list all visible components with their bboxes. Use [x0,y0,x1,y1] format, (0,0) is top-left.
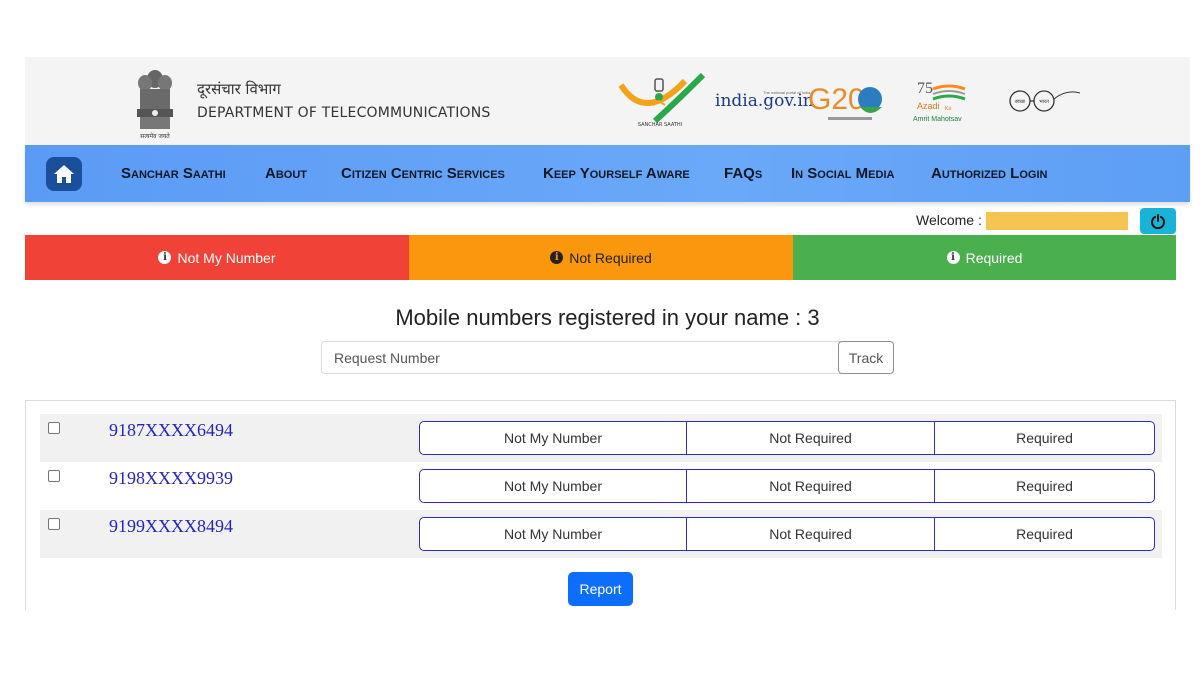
not-my-number-button[interactable]: Not My Number [419,421,687,455]
row-action-buttons: Not My Number Not Required Required [419,469,1155,503]
required-button[interactable]: Required [935,421,1155,455]
site-header: सत्यमेव जयते दूरसंचार विभाग DEPARTMENT O… [25,57,1190,145]
nav-faqs[interactable]: FAQs [724,165,762,182]
department-name-hindi: दूरसंचार विभाग [197,80,281,98]
status-not-required: i Not Required [409,235,793,280]
svg-text:स्वच्छ: स्वच्छ [1015,99,1026,105]
logout-button[interactable] [1140,208,1176,234]
registered-numbers-title: Mobile numbers registered in your name :… [395,305,820,330]
india-gov-tagline: The national portal of India [763,90,811,95]
nav-sanchar-saathi[interactable]: Sanchar Saathi [121,165,226,182]
info-icon: i [946,251,960,264]
national-emblem-logo: सत्यमेव जयते [132,65,178,141]
status-legend-bar: i Not My Number i Not Required i Require… [25,235,1176,280]
required-button[interactable]: Required [935,469,1155,503]
number-row: 9187XXXX6494 Not My Number Not Required … [40,414,1162,462]
sanchar-saathi-logo: SANCHAR SAATHI [615,71,706,133]
status-required-label: Required [965,249,1023,266]
emblem-motto: सत्यमेव जयते [140,132,170,140]
azadi-text: Azadi [917,101,940,111]
info-icon: i [158,251,172,264]
nav-authorized-login[interactable]: Authorized Login [931,165,1047,182]
status-not-required-label: Not Required [569,249,652,266]
row-action-buttons: Not My Number Not Required Required [419,421,1155,455]
track-button[interactable]: Track [838,341,894,374]
not-required-button[interactable]: Not Required [687,469,935,503]
report-button[interactable]: Report [568,572,633,606]
nav-keep-yourself-aware[interactable]: Keep Yourself Aware [543,165,690,182]
sanchar-saathi-logo-text: SANCHAR SAATHI [638,122,682,128]
welcome-label: Welcome : [916,212,982,228]
row-checkbox[interactable] [48,470,60,482]
redacted-user-name [986,212,1128,230]
status-not-my-number-label: Not My Number [177,249,276,266]
row-checkbox[interactable] [48,518,60,530]
svg-text:75: 75 [917,80,933,97]
row-action-buttons: Not My Number Not Required Required [419,517,1155,551]
g20-logo-text: G20 [808,83,865,116]
power-icon [1151,214,1165,229]
mobile-number: 9187XXXX6494 [109,420,233,440]
required-button[interactable]: Required [935,517,1155,551]
nav-citizen-centric-services[interactable]: Citizen Centric Services [341,165,505,182]
home-icon [54,165,74,183]
nav-about[interactable]: About [265,165,307,182]
nav-in-social-media[interactable]: In Social Media [791,165,894,182]
main-navigation: Sanchar Saathi About Citizen Centric Ser… [25,145,1190,202]
azadi-ka-text: Ka [945,106,951,112]
swachh-bharat-logo: स्वच्छ भारत [1000,87,1081,119]
g20-logo: G20 [808,79,890,127]
mobile-number: 9199XXXX8494 [109,516,233,536]
azadi-ka-amrit-mahotsav-logo: 75 Azadi Ka Amrit Mahotsav [913,79,985,127]
row-checkbox[interactable] [48,422,60,434]
info-icon: i [550,251,564,264]
department-name-english: DEPARTMENT OF TELECOMMUNICATIONS [197,105,491,121]
not-required-button[interactable]: Not Required [687,517,935,551]
mobile-number: 9198XXXX9939 [109,468,233,488]
amrit-mahotsav-text: Amrit Mahotsav [913,116,962,123]
status-not-my-number: i Not My Number [25,235,409,280]
not-my-number-button[interactable]: Not My Number [419,517,687,551]
not-my-number-button[interactable]: Not My Number [419,469,687,503]
number-row: 9199XXXX8494 Not My Number Not Required … [40,510,1162,558]
not-required-button[interactable]: Not Required [687,421,935,455]
status-required: i Required [793,235,1176,280]
home-button[interactable] [46,157,82,191]
svg-text:भारत: भारत [1039,99,1049,105]
request-number-input[interactable] [321,341,841,374]
number-row: 9198XXXX9939 Not My Number Not Required … [40,462,1162,510]
